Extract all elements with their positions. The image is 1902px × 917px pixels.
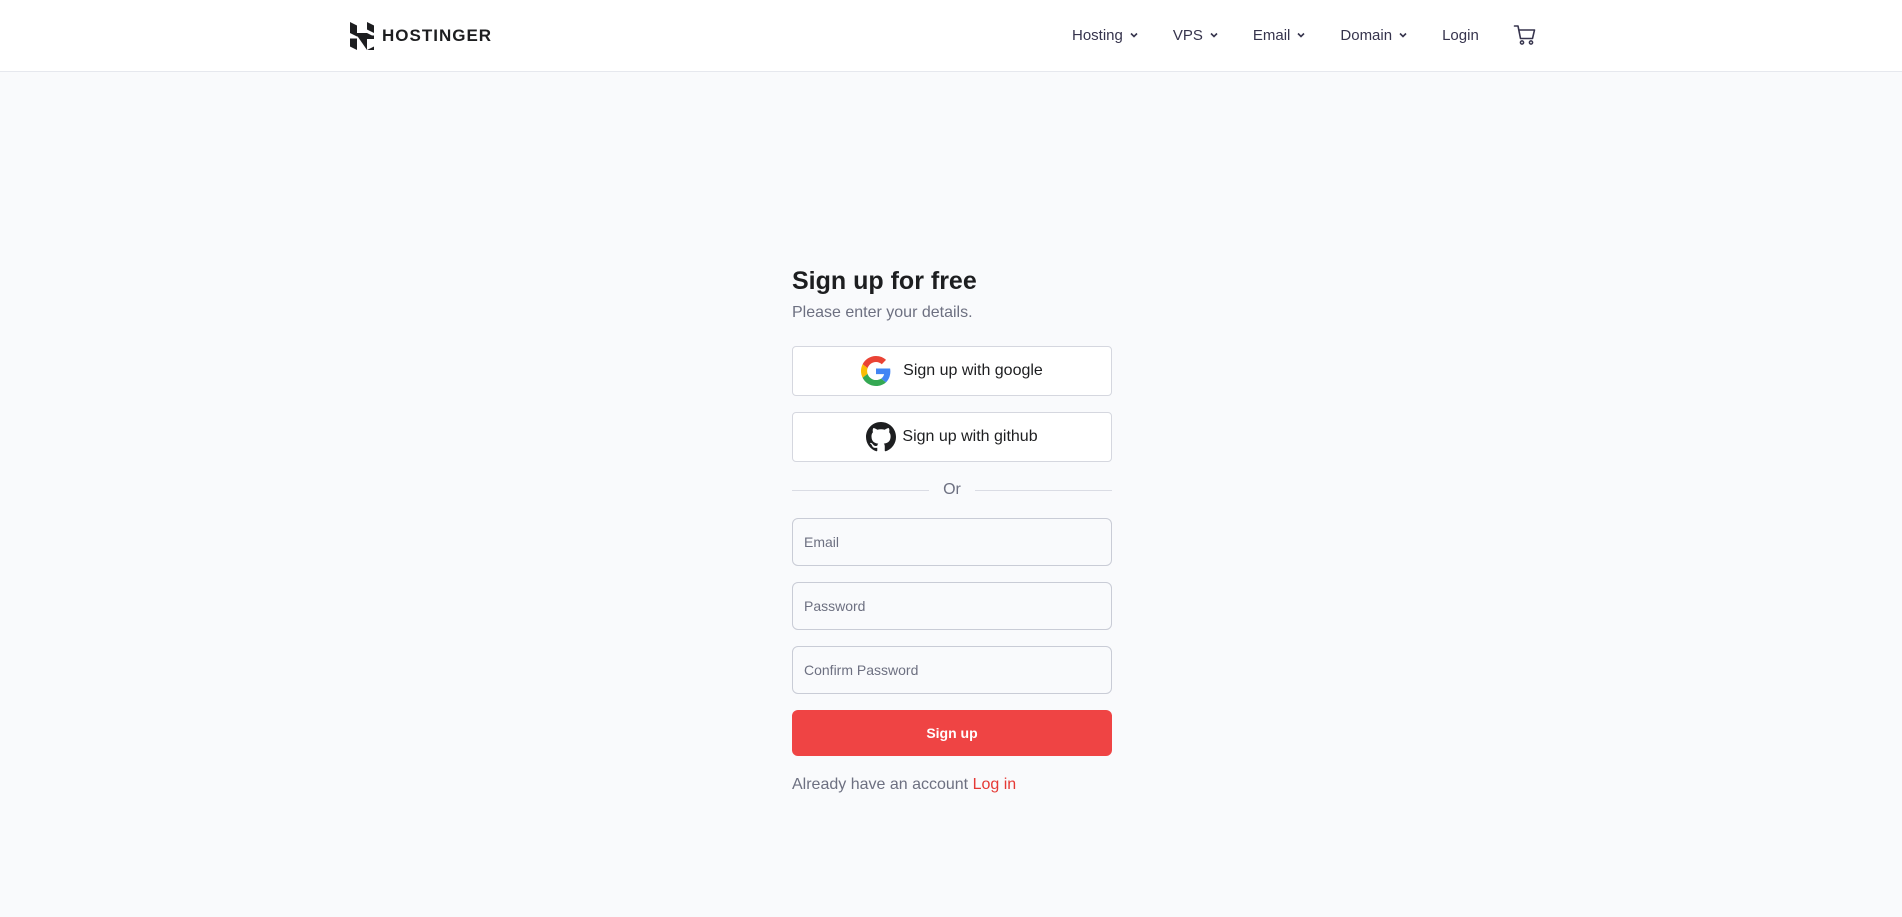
github-icon (866, 422, 897, 452)
nav-label: Email (1252, 26, 1291, 44)
cart-icon[interactable] (1513, 23, 1537, 47)
password-field[interactable] (792, 582, 1112, 630)
nav-label: VPS (1172, 26, 1203, 44)
google-icon (861, 356, 891, 386)
login-prompt: Already have an account Log in (792, 774, 1112, 796)
email-field[interactable] (792, 518, 1112, 566)
login-prompt-text: Already have an account (792, 776, 969, 793)
nav-item-vps[interactable]: VPS (1173, 27, 1219, 44)
google-signup-label: Sign up with google (903, 362, 1043, 379)
github-signup-button[interactable]: Sign up with github (792, 412, 1112, 462)
page-title: Sign up for free (792, 267, 977, 295)
hostinger-logo[interactable]: HOSTINGER (350, 22, 492, 50)
nav-item-domain[interactable]: Domain (1340, 27, 1408, 44)
nav-login-link[interactable]: Login (1442, 27, 1479, 44)
nav-item-email[interactable]: Email (1253, 27, 1307, 44)
chevron-down-icon (1130, 32, 1138, 38)
divider-label: Or (943, 481, 961, 498)
signup-form: Sign up for free Please enter your detai… (792, 264, 1112, 796)
divider-line (974, 489, 1112, 491)
signup-button[interactable]: Sign up (792, 710, 1112, 756)
chevron-down-icon (1297, 32, 1305, 38)
github-signup-label: Sign up with github (902, 428, 1038, 445)
nav-label: Hosting (1072, 26, 1123, 44)
nav-item-hosting[interactable]: Hosting (1072, 27, 1139, 44)
google-signup-button[interactable]: Sign up with google (792, 346, 1112, 396)
nav-label: Domain (1340, 26, 1393, 44)
hostinger-logo-icon (350, 22, 374, 50)
chevron-down-icon (1210, 32, 1218, 38)
confirm-password-field[interactable] (792, 646, 1112, 694)
main-nav: Hosting VPS Email Domain Login (1072, 22, 1537, 48)
login-link[interactable]: Log in (973, 776, 1017, 793)
brand-name: HOSTINGER (382, 26, 493, 45)
or-divider: Or (792, 478, 1112, 502)
page-subtitle: Please enter your details. (792, 304, 973, 321)
top-navbar: HOSTINGER Hosting VPS Email Domain Login (0, 0, 1902, 72)
chevron-down-icon (1399, 32, 1407, 38)
divider-line (792, 489, 930, 491)
